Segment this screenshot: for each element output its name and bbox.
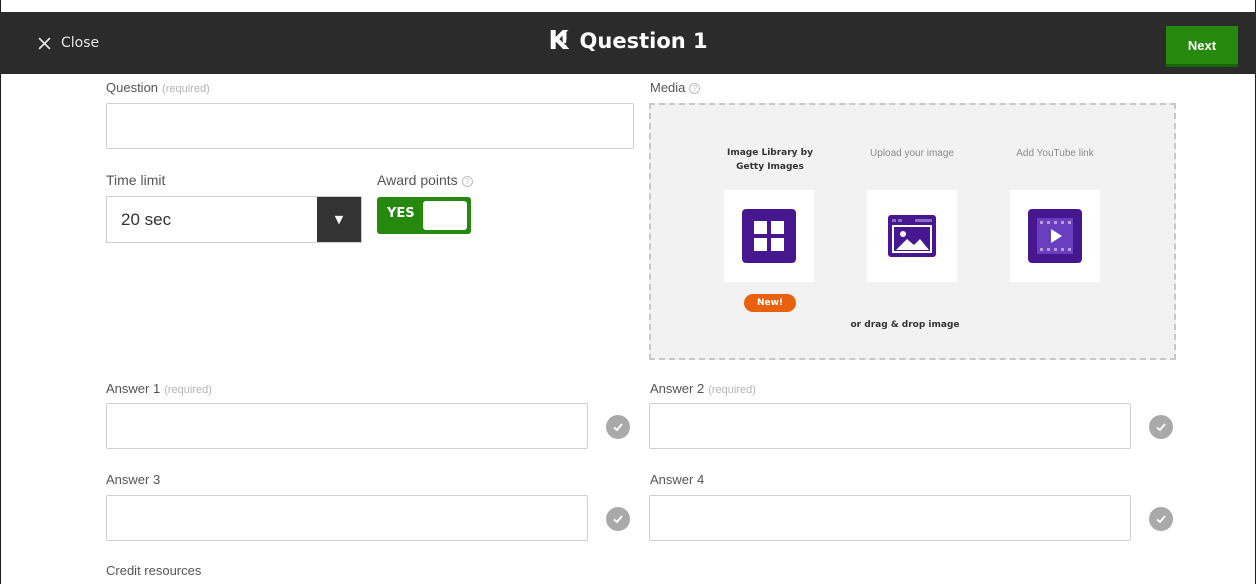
kahoot-logo: K! — [548, 26, 570, 56]
check-icon[interactable] — [1149, 415, 1173, 439]
upload-image-label[interactable]: Upload your image — [847, 148, 977, 159]
image-upload-icon — [885, 209, 939, 263]
time-limit-label: Time limit — [106, 172, 166, 188]
drag-drop-hint: or drag & drop image — [850, 320, 960, 330]
answer-1-input[interactable] — [106, 403, 588, 449]
help-icon[interactable]: ? — [461, 175, 473, 187]
answer-3-label: Answer 3 — [106, 472, 161, 487]
youtube-link-button[interactable] — [1010, 190, 1100, 282]
upload-image-button[interactable] — [867, 190, 957, 282]
answer-1-label: Answer 1 (required) — [106, 381, 212, 396]
answer-2-input[interactable] — [649, 403, 1131, 449]
grid-icon — [742, 209, 796, 263]
help-icon[interactable]: ? — [689, 83, 701, 95]
page-title: Question 1 — [579, 29, 708, 53]
chevron-down-icon: ▼ — [317, 197, 361, 242]
top-bar: Close K! Question 1 Next — [0, 12, 1256, 74]
credit-resources-label[interactable]: Credit resources — [106, 563, 201, 578]
image-library-label[interactable]: Image Library by Getty Images — [705, 146, 835, 174]
time-limit-select[interactable]: 20 sec ▼ — [106, 196, 362, 243]
question-input[interactable] — [106, 103, 634, 149]
toggle-knob — [423, 201, 467, 230]
question-label: Question (required) — [106, 80, 210, 95]
image-library-button[interactable] — [724, 190, 814, 282]
next-button[interactable]: Next — [1166, 26, 1238, 64]
new-badge: New! — [744, 294, 796, 312]
award-points-label: Award points? — [377, 172, 473, 188]
youtube-link-label[interactable]: Add YouTube link — [990, 148, 1120, 159]
check-icon[interactable] — [606, 507, 630, 531]
media-label: Media? — [650, 80, 701, 95]
video-icon — [1028, 209, 1082, 263]
award-points-toggle[interactable]: YES — [377, 197, 471, 234]
time-limit-value: 20 sec — [121, 210, 172, 229]
answer-2-label: Answer 2 (required) — [650, 381, 756, 396]
check-icon[interactable] — [1149, 507, 1173, 531]
answer-4-input[interactable] — [649, 495, 1131, 541]
check-icon[interactable] — [606, 415, 630, 439]
answer-3-input[interactable] — [106, 495, 588, 541]
toggle-label: YES — [387, 206, 415, 221]
answer-4-label: Answer 4 — [650, 472, 705, 487]
title-area: K! Question 1 — [0, 26, 1256, 56]
